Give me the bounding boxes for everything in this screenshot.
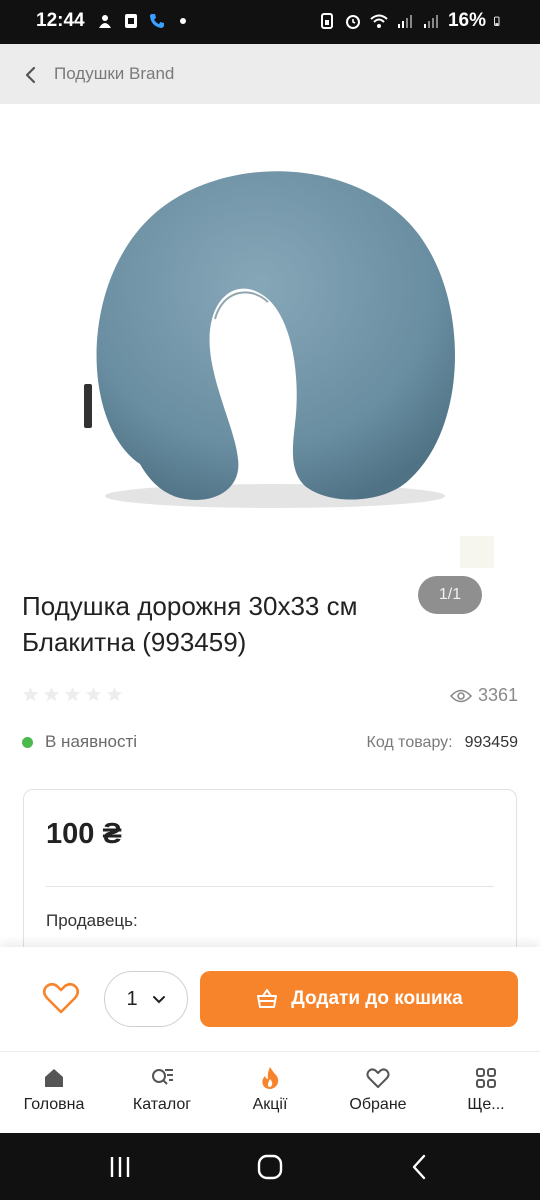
chevron-down-icon (152, 996, 165, 1004)
back-arrow-icon[interactable] (18, 62, 44, 88)
breadcrumb[interactable]: Подушки Brand (54, 64, 174, 84)
header-bar: Подушки Brand (0, 44, 540, 104)
nav-favorites[interactable]: Обране (324, 1052, 432, 1133)
favorite-heart-icon[interactable] (42, 980, 80, 1016)
nav-home-label: Головна (23, 1096, 85, 1113)
nav-catalog[interactable]: Каталог (108, 1052, 216, 1133)
views-value: 3361 (477, 685, 518, 705)
product-gallery[interactable]: 1/1 (0, 104, 540, 614)
rating-stars[interactable] (22, 686, 123, 703)
recent-apps-icon[interactable] (106, 1153, 134, 1181)
alarm-icon (345, 15, 360, 29)
status-bar: 12:44 16% (0, 0, 540, 44)
nav-home[interactable]: Головна (0, 1052, 108, 1133)
in-stock-dot-icon (22, 736, 33, 748)
purchase-action-bar: 1 Додати до кошика (0, 947, 540, 1051)
product-code-value: 993459 (464, 734, 518, 751)
notification-card-icon (125, 14, 137, 28)
bottom-navigation: Головна Каталог Акції Обране Ще... (0, 1051, 540, 1133)
dot-icon (180, 18, 186, 24)
signal-icon (397, 15, 412, 28)
notification-app-icon (99, 15, 111, 28)
product-price: 100 ₴ (46, 818, 122, 850)
add-to-cart-label: Додати до кошика (291, 988, 463, 1009)
eye-icon (449, 689, 472, 702)
quantity-select[interactable]: 1 (104, 971, 188, 1027)
catalog-search-icon (152, 1069, 173, 1085)
home-icon (45, 1069, 63, 1087)
heart-icon (366, 1068, 390, 1088)
fire-icon (262, 1067, 279, 1089)
signal-2-icon (423, 15, 438, 28)
product-code-label: Код товару: (366, 734, 453, 751)
star-icon (43, 686, 60, 702)
nav-catalog-label: Каталог (132, 1096, 192, 1113)
product-title-line1: Подушка дорожня 30х33 см (22, 591, 358, 621)
stock-label: В наявності (45, 732, 138, 751)
star-icon (85, 686, 102, 702)
add-to-cart-button[interactable]: Додати до кошика (200, 971, 518, 1027)
stock-status: В наявності (22, 732, 137, 752)
nav-more-label: Ще... (467, 1096, 505, 1113)
nav-favorites-label: Обране (349, 1096, 407, 1113)
product-code: Код товару: 993459 (367, 734, 518, 752)
battery-percent: 16% (447, 10, 486, 31)
star-icon (106, 686, 123, 702)
basket-icon (257, 989, 278, 1008)
back-button-icon[interactable] (406, 1153, 434, 1181)
views-count: 3361 (449, 685, 518, 706)
phone-call-icon (150, 14, 164, 28)
status-time: 12:44 (36, 10, 85, 31)
status-notifications (96, 12, 192, 30)
grid-icon (476, 1068, 496, 1088)
divider (46, 886, 494, 887)
status-system-icons: 16% (318, 10, 504, 32)
product-title: Подушка дорожня 30х33 см Блакитна (99345… (22, 588, 522, 660)
star-icon (64, 686, 81, 702)
battery-icon (494, 16, 500, 26)
wifi-icon (370, 14, 388, 28)
product-image (84, 171, 494, 568)
battery-saver-icon (320, 13, 333, 29)
home-button-icon[interactable] (256, 1153, 284, 1181)
product-title-line2: Блакитна (993459) (22, 627, 247, 657)
system-navigation-bar (0, 1133, 540, 1200)
star-icon (22, 686, 39, 702)
nav-more[interactable]: Ще... (432, 1052, 540, 1133)
nav-promotions[interactable]: Акції (216, 1052, 324, 1133)
nav-promotions-label: Акції (252, 1096, 288, 1113)
quantity-value: 1 (126, 987, 138, 1010)
seller-label: Продавець: (46, 911, 138, 930)
